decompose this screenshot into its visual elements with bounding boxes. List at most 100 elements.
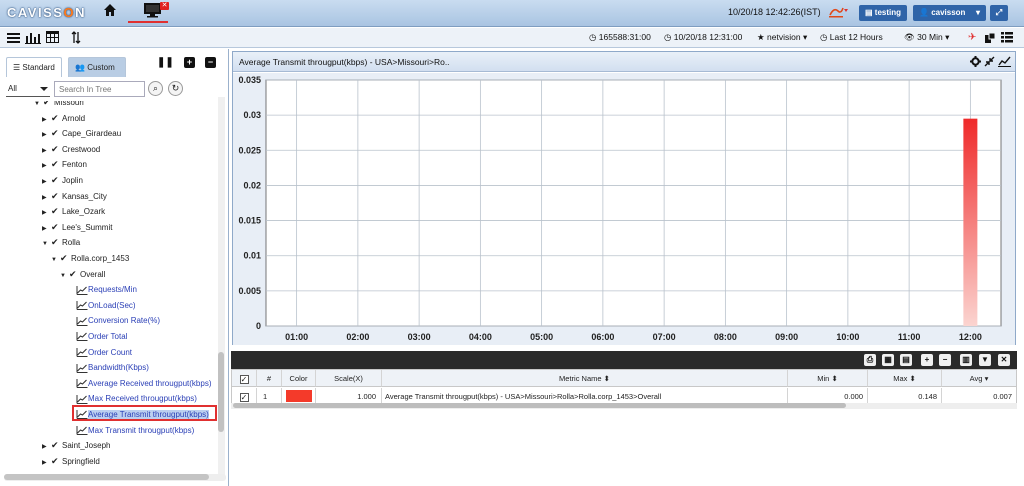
menu-icon[interactable] xyxy=(7,32,20,43)
clock-icon: ◷ xyxy=(664,32,672,42)
col-header-num[interactable]: # xyxy=(257,370,282,387)
y-tick-label: 0.03 xyxy=(243,110,261,120)
tree-node[interactable]: ▶ ✔ Fenton xyxy=(42,157,87,172)
tab-custom[interactable]: 👥 Custom xyxy=(68,57,126,77)
line-chart-icon xyxy=(76,363,88,373)
project-button[interactable]: ▤ testing xyxy=(859,5,908,21)
interval-select[interactable]: 👁 30 Min ▾ xyxy=(904,32,949,43)
resize-icon[interactable] xyxy=(984,56,995,67)
tree-node[interactable]: ▶ ✔ Joplin xyxy=(42,173,83,188)
tree-leaf-item[interactable]: Bandwidth(Kbps) xyxy=(76,360,149,375)
sort-icon: ⬍ xyxy=(909,374,916,383)
tree-leaf-item[interactable]: Order Count xyxy=(76,345,132,360)
tree-leaf-item[interactable]: Max Transmit througput(kbps) xyxy=(76,423,194,438)
home-icon[interactable] xyxy=(103,3,117,17)
columns-icon[interactable]: ▥ xyxy=(960,354,972,366)
add-icon[interactable]: + xyxy=(921,354,933,366)
col-header-min[interactable]: Min ⬍ xyxy=(788,370,868,387)
pin-icon[interactable]: ✈ xyxy=(968,32,976,43)
tree-node[interactable]: ▶ ✔ Arnold xyxy=(42,111,85,126)
caret-down-icon[interactable]: ▼ xyxy=(51,253,60,268)
sort-icon[interactable] xyxy=(71,31,81,44)
tree-node[interactable]: ▼ ✔ Missouri xyxy=(34,101,84,110)
x-tick-label: 10:00 xyxy=(836,332,859,342)
sort-icon: ⬍ xyxy=(831,374,838,383)
tree-item-label: Max Transmit througput(kbps) xyxy=(88,425,195,435)
user-menu-button[interactable]: 👤 cavisson ▾ xyxy=(913,5,986,21)
start-time[interactable]: ◷ 10/20/18 12:31:00 xyxy=(664,32,742,43)
select-all-checkbox[interactable]: ✓ xyxy=(232,370,257,387)
tree-item-label: Fenton xyxy=(62,160,87,170)
word-icon[interactable]: ▤ xyxy=(900,354,912,366)
chart-panel: Average Transmit througput(kbps) - USA>M… xyxy=(232,51,1016,345)
bar-chart-icon[interactable] xyxy=(25,31,41,44)
color-swatch[interactable] xyxy=(286,390,312,402)
alert-icon[interactable] xyxy=(828,5,848,18)
tab-standard[interactable]: ☰ Standard xyxy=(6,57,62,77)
tree-node[interactable]: ▼ ✔ Rolla xyxy=(42,235,80,250)
line-chart-icon[interactable] xyxy=(998,56,1011,67)
gear-icon[interactable] xyxy=(970,56,981,67)
caret-down-icon[interactable]: ▼ xyxy=(42,237,51,252)
filter-icon[interactable]: ▼ xyxy=(979,354,991,366)
chart-bar xyxy=(963,118,978,327)
tree-filter-select[interactable]: All xyxy=(6,81,50,97)
excel-icon[interactable]: ▦ xyxy=(882,354,894,366)
grid-scroll-thumb[interactable] xyxy=(233,403,846,408)
tree-leaf-item[interactable]: Conversion Rate(%) xyxy=(76,313,160,328)
tree-item-label: Bandwidth(Kbps) xyxy=(88,363,149,373)
check-icon: ✔ xyxy=(51,455,59,466)
col-header-scale[interactable]: Scale(X) xyxy=(316,370,382,387)
tree-node[interactable]: ▶ ✔ Cape_Girardeau xyxy=(42,126,121,141)
close-icon[interactable]: ✕ xyxy=(998,354,1010,366)
collapse-all-icon[interactable]: − xyxy=(205,57,216,68)
x-tick-label: 02:00 xyxy=(346,332,369,342)
tree-leaf-item[interactable]: OnLoad(Sec) xyxy=(76,298,136,313)
table-icon[interactable] xyxy=(46,31,59,43)
tree-node[interactable]: ▶ ✔ Springfield xyxy=(42,454,100,469)
tree-node[interactable]: ▶ ✔ Kansas_City xyxy=(42,189,107,204)
pause-icon[interactable]: ❚❚ xyxy=(157,57,174,68)
caret-down-icon[interactable]: ▼ xyxy=(60,269,69,284)
chevron-down-icon: ▾ xyxy=(975,8,980,17)
tree-node[interactable]: ▶ ✔ Crestwood xyxy=(42,142,100,157)
layout-icon[interactable] xyxy=(984,32,996,44)
tree-item-label: Requests/Min xyxy=(88,285,137,295)
y-tick-label: 0.025 xyxy=(238,145,261,155)
expand-all-icon[interactable]: + xyxy=(184,57,195,68)
check-icon: ✔ xyxy=(43,101,51,107)
time-range-select[interactable]: ◷ Last 12 Hours xyxy=(820,32,883,43)
tree-leaf-item[interactable]: Requests/Min xyxy=(76,282,137,297)
pdf-icon[interactable]: ⎙ xyxy=(864,354,876,366)
tree-leaf-item[interactable]: Order Total xyxy=(76,329,127,344)
tree-item-label: Missouri xyxy=(54,101,84,107)
profile-select[interactable]: ★ netvision ▾ xyxy=(757,32,807,43)
tree-scroll-thumb[interactable] xyxy=(218,352,224,432)
tree-hscroll-thumb[interactable] xyxy=(4,474,209,480)
col-header-avg[interactable]: Avg ▾ xyxy=(942,370,1016,387)
x-tick-label: 12:00 xyxy=(959,332,982,342)
refresh-icon[interactable]: ↻ xyxy=(168,81,183,96)
tree-node[interactable]: ▶ ✔ Lee's_Summit xyxy=(42,220,112,235)
tree-node[interactable]: ▶ ✔ Saint_Joseph xyxy=(42,438,110,453)
remove-icon[interactable]: − xyxy=(939,354,951,366)
sort-desc-icon: ▾ xyxy=(984,374,989,383)
tree-node[interactable]: ▼ ✔ Overall xyxy=(60,267,105,282)
tree-node[interactable]: ▼ ✔ Rolla.corp_1453 xyxy=(51,251,129,266)
tree-search-input[interactable] xyxy=(54,81,145,97)
list-icon[interactable] xyxy=(1001,32,1013,43)
search-icon[interactable]: ⌕ xyxy=(148,81,163,96)
close-badge-icon[interactable]: ✕ xyxy=(160,2,169,10)
expand-icon[interactable]: ⤢ xyxy=(990,5,1008,21)
check-icon: ✔ xyxy=(51,237,59,248)
tree-node[interactable]: ▶ ✔ Lake_Ozark xyxy=(42,204,105,219)
col-header-metric[interactable]: Metric Name ⬍ xyxy=(382,370,788,387)
tree-item-label: Kansas_City xyxy=(62,191,107,201)
tree-leaf-item[interactable]: Average Received througput(kbps) xyxy=(76,376,211,391)
col-header-max[interactable]: Max ⬍ xyxy=(868,370,942,387)
check-icon: ✔ xyxy=(51,112,59,123)
col-header-color[interactable]: Color xyxy=(282,370,316,387)
eye-icon: 👁 xyxy=(904,32,915,42)
caret-right-icon[interactable]: ▶ xyxy=(42,456,51,471)
check-icon: ✔ xyxy=(51,128,59,139)
